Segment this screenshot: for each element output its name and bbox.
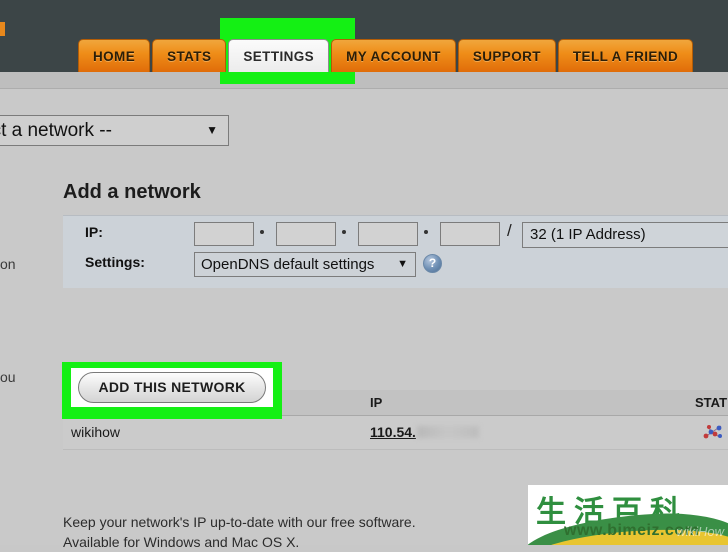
table-row[interactable]: wikihow 110.54. [63, 416, 728, 450]
help-icon[interactable]: ? [423, 254, 442, 273]
network-label-cell: wikihow [71, 424, 121, 440]
ip-label: IP: [85, 224, 103, 240]
nav-tab-home[interactable]: HOME [78, 39, 151, 72]
network-selector-dropdown[interactable]: ect a network -- ▼ [0, 115, 229, 146]
nav-tab-tell-a-friend[interactable]: TELL A FRIEND [557, 39, 694, 72]
network-selector-value: ect a network -- [0, 120, 112, 141]
page-content: ect a network -- ▼ on ou Add a network I… [0, 72, 728, 550]
settings-value: OpenDNS default settings [201, 256, 375, 273]
settings-label: Settings: [85, 254, 145, 270]
network-ip-value: 110.54. [370, 424, 416, 440]
settings-row: Settings: OpenDNS default settings ▼ ? [63, 250, 728, 280]
nav-tab-list: HOME STATS SETTINGS MY ACCOUNT SUPPORT T… [78, 33, 695, 72]
cidr-value: 32 (1 IP Address) [530, 226, 646, 243]
network-nodes-icon [701, 422, 725, 442]
column-header-ip: IP [370, 395, 383, 410]
nav-tab-my-account[interactable]: MY ACCOUNT [331, 39, 456, 72]
footer-line-2: Available for Windows and Mac OS X. [63, 534, 300, 550]
watermark-overlay: 生活百科 www.bimeiz.com wikiHow [528, 485, 728, 545]
footer-line-1: Keep your network's IP up-to-date with o… [63, 514, 416, 530]
ip-octet-1-input[interactable] [194, 222, 254, 246]
nav-tab-stats[interactable]: STATS [152, 39, 227, 72]
nav-tab-settings[interactable]: SETTINGS [228, 39, 330, 72]
ip-dot-3 [424, 230, 428, 234]
ip-dot-1 [260, 230, 264, 234]
cidr-prefix-dropdown[interactable]: 32 (1 IP Address) ▼ [522, 222, 728, 248]
settings-dropdown[interactable]: OpenDNS default settings ▼ [194, 252, 416, 277]
add-this-network-button[interactable]: ADD THIS NETWORK [78, 372, 266, 403]
ip-row: IP: / 32 (1 IP Address) ▼ [63, 220, 728, 250]
ip-octet-3-input[interactable] [358, 222, 418, 246]
network-ip-link[interactable]: 110.54. [370, 424, 479, 440]
ip-dot-2 [342, 230, 346, 234]
nav-tab-support[interactable]: SUPPORT [457, 39, 556, 72]
add-network-form-panel: IP: / 32 (1 IP Address) ▼ Settings: Open… [63, 215, 728, 288]
cidr-separator: / [507, 221, 512, 240]
redacted-ip-portion [416, 426, 479, 438]
logo-fragment [0, 22, 5, 36]
sidebar-text-fragment-1: on [0, 256, 16, 272]
chevron-down-icon: ▼ [397, 258, 408, 270]
page-top-strip [0, 72, 728, 89]
column-header-status: STAT [695, 395, 728, 410]
chevron-down-icon: ▼ [206, 123, 218, 137]
sidebar-text-fragment-2: ou [0, 369, 16, 385]
top-navigation-bar: HOME STATS SETTINGS MY ACCOUNT SUPPORT T… [0, 0, 728, 72]
ip-octet-4-input[interactable] [440, 222, 500, 246]
add-network-heading: Add a network [63, 181, 201, 203]
watermark-corner-label: wikiHow [676, 524, 724, 539]
ip-octet-2-input[interactable] [276, 222, 336, 246]
footer-software-note: Keep your network's IP up-to-date with o… [63, 512, 416, 552]
